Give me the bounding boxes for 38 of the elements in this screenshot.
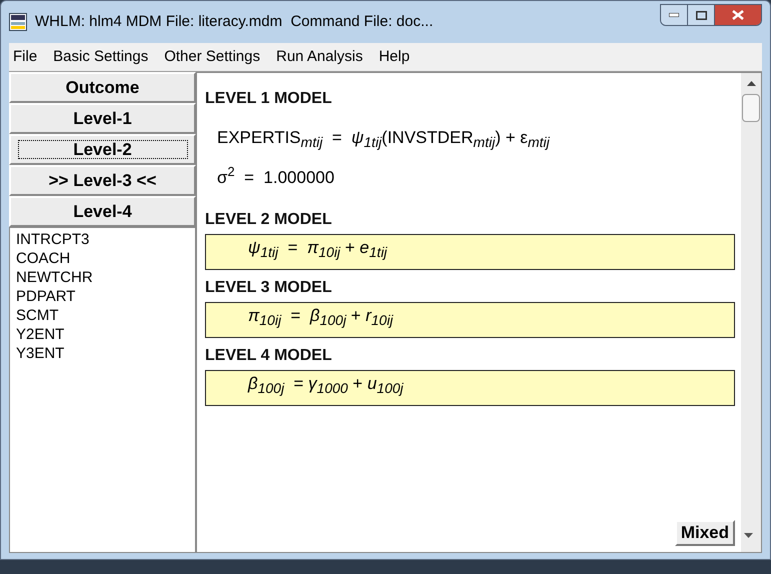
window-title: WHLM: hlm4 MDM File: literacy.mdm Command File: doc... (35, 12, 434, 32)
menu-item[interactable]: Other Settings (164, 46, 260, 68)
variable-item[interactable]: PDPART (16, 287, 76, 306)
scroll-down-icon[interactable] (744, 533, 752, 538)
mixed-button[interactable]: Mixed (674, 520, 735, 546)
maximize-button[interactable] (688, 5, 715, 25)
variable-item[interactable]: INTRCPT3 (16, 230, 90, 249)
maximize-icon (696, 10, 706, 20)
menu-item[interactable]: File (13, 46, 38, 68)
variable-item[interactable]: SCMT (16, 306, 58, 325)
variable-item[interactable]: Y3ENT (16, 344, 64, 363)
equation: EXPERTIS$_{mtij}$ = ψ$_{1tij}$(INVSTDER$_{mtij}$) + ε$_{mtij}$ (217, 127, 550, 150)
section-heading: LEVEL 2 MODEL (205, 210, 332, 230)
level-button[interactable]: Level-4 (9, 196, 196, 227)
scroll-thumb[interactable] (742, 94, 760, 122)
equation: π$_{10ij}$ = β$_{100j}$ + r$_{10ij}$ (248, 305, 394, 328)
close-button[interactable] (715, 5, 761, 25)
section-heading: LEVEL 4 MODEL (205, 346, 332, 366)
level-button[interactable]: Outcome (9, 72, 196, 103)
section-heading: LEVEL 1 MODEL (205, 89, 332, 109)
menu-item[interactable]: Help (378, 46, 410, 68)
minimize-icon (669, 13, 679, 17)
section-heading: LEVEL 3 MODEL (205, 278, 332, 298)
scroll-up-icon[interactable] (746, 81, 756, 86)
variable-item[interactable]: Y2ENT (16, 325, 64, 344)
level-button[interactable]: Level-2 (9, 134, 196, 165)
equation: β$_{100j}$ = γ$_{1000}$ + u$_{100j}$ (248, 373, 404, 396)
level-button[interactable]: >> Level-3 << (9, 165, 196, 196)
minimize-button[interactable] (661, 5, 688, 25)
menu-item[interactable]: Run Analysis (276, 46, 363, 68)
level-button[interactable]: Level-1 (9, 103, 196, 134)
equation: ψ$_{1tij}$ = π$_{10ij}$ + e$_{1tij}$ (248, 237, 388, 260)
equation: σ$^{2}$ = 1.000000 (217, 164, 334, 188)
variable-item[interactable]: COACH (16, 249, 70, 268)
app-icon (9, 13, 27, 31)
close-icon (732, 10, 744, 20)
menu-item[interactable]: Basic Settings (53, 46, 148, 68)
variable-item[interactable]: NEWTCHR (16, 268, 93, 287)
